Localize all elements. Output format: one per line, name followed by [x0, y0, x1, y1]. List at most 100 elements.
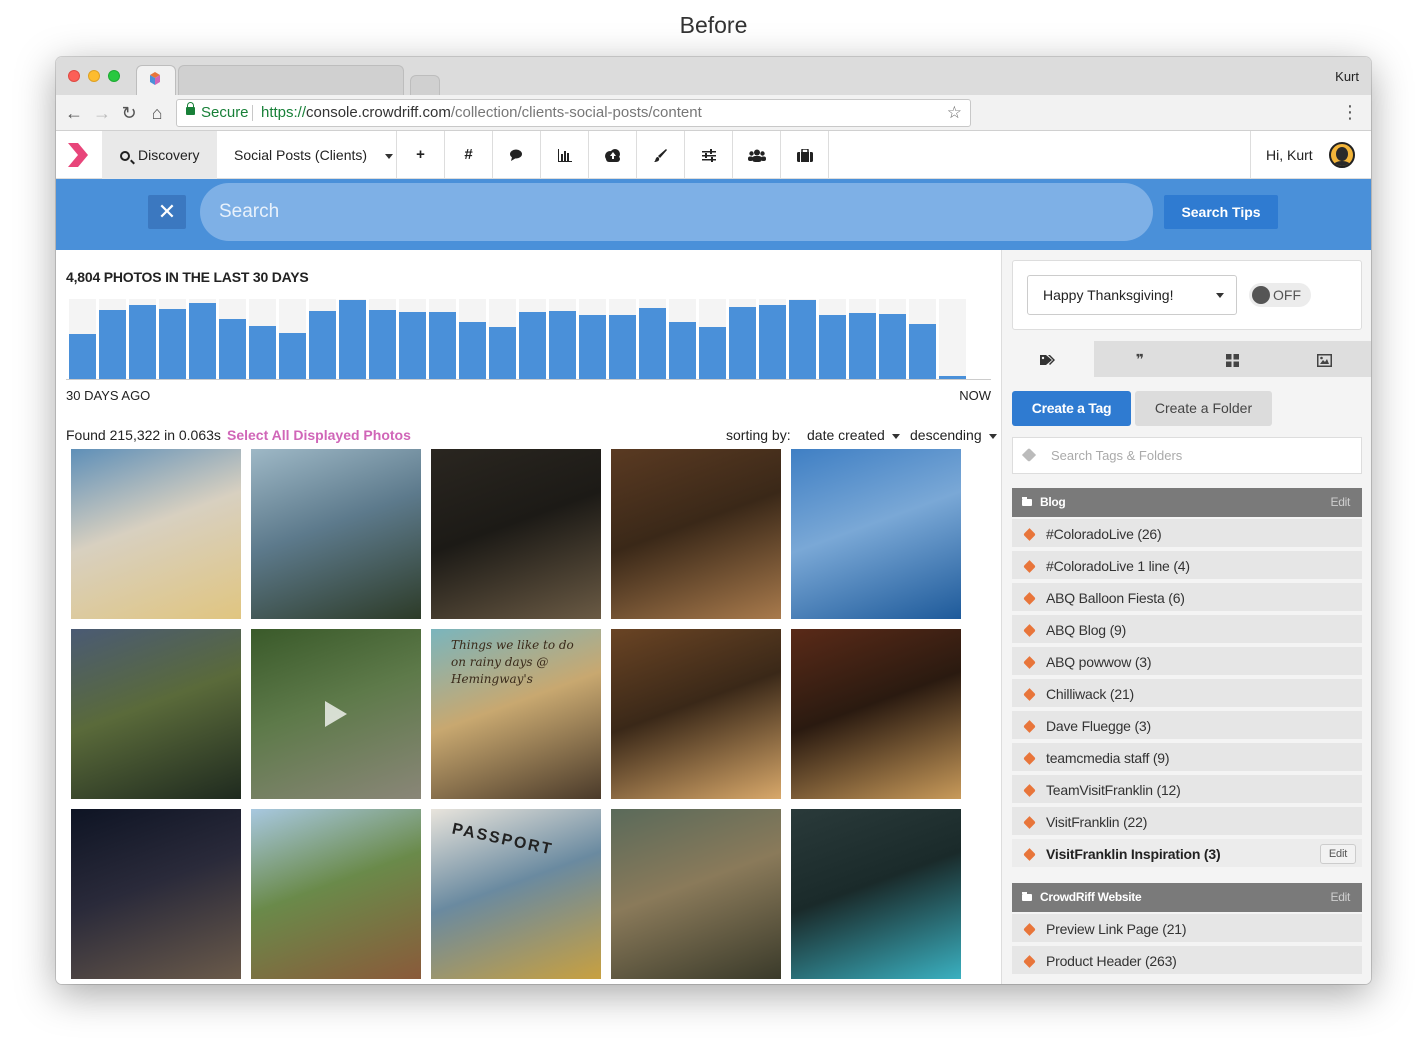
tag-item[interactable]: VisitFranklin Inspiration (3) Edit — [1012, 839, 1362, 869]
forward-arrow-icon[interactable]: → — [92, 103, 112, 123]
tag-search-input[interactable] — [1012, 437, 1362, 474]
tag-item[interactable]: #ColoradoLive 1 line (4) — [1012, 551, 1362, 581]
sliders-icon[interactable] — [685, 131, 733, 179]
tab-images[interactable] — [1278, 341, 1370, 377]
briefcase-icon[interactable] — [781, 131, 829, 179]
histogram-bar[interactable] — [609, 315, 636, 379]
histogram-bar[interactable] — [399, 312, 426, 379]
photo-tile[interactable]: Things we like to do on rainy days @ Hem… — [431, 629, 601, 799]
tag-item[interactable]: teamcmedia staff (9) — [1012, 743, 1362, 773]
tag-item[interactable]: Product Header (263) — [1012, 946, 1362, 976]
sort-order-dropdown[interactable]: descending — [910, 427, 997, 443]
search-input[interactable] — [200, 183, 1153, 241]
comments-icon[interactable] — [493, 131, 541, 179]
create-folder-button[interactable]: Create a Folder — [1135, 391, 1272, 426]
photo-tile[interactable] — [71, 449, 241, 619]
tag-item[interactable]: Preview Link Page (21) — [1012, 914, 1362, 944]
tag-item[interactable]: Chilliwack (21) — [1012, 679, 1362, 709]
tab-inactive[interactable] — [178, 65, 404, 95]
photo-tile[interactable] — [431, 449, 601, 619]
histogram-bar[interactable] — [669, 322, 696, 379]
home-icon[interactable]: ⌂ — [147, 103, 167, 123]
histogram-bar[interactable] — [549, 311, 576, 379]
histogram-bar[interactable] — [849, 313, 876, 379]
histogram-bar[interactable] — [519, 312, 546, 379]
histogram-bar[interactable] — [99, 310, 126, 379]
histogram-bar[interactable] — [159, 309, 186, 379]
paint-brush-icon[interactable] — [637, 131, 685, 179]
photo-tile[interactable] — [611, 449, 781, 619]
tag-item[interactable]: ABQ powwow (3) — [1012, 647, 1362, 677]
plus-icon[interactable]: + — [397, 131, 445, 179]
photo-tile[interactable] — [71, 809, 241, 979]
folder-header[interactable]: Blog Edit — [1012, 488, 1362, 517]
tab-grid[interactable] — [1186, 341, 1278, 377]
sort-field-dropdown[interactable]: date created — [807, 427, 900, 443]
users-icon[interactable] — [733, 131, 781, 179]
histogram-bar[interactable] — [369, 310, 396, 379]
browser-profile-name[interactable]: Kurt — [1335, 69, 1359, 84]
histogram-bar[interactable] — [249, 326, 276, 379]
histogram-bar[interactable] — [459, 322, 486, 379]
tag-item[interactable]: Dave Fluegge (3) — [1012, 711, 1362, 741]
search-tips-button[interactable]: Search Tips — [1164, 195, 1278, 229]
photo-tile[interactable] — [791, 809, 961, 979]
photo-tile[interactable] — [251, 629, 421, 799]
bookmark-star-icon[interactable]: ☆ — [947, 100, 962, 126]
histogram-bar[interactable] — [579, 315, 606, 379]
histogram-bar[interactable] — [129, 305, 156, 379]
tag-edit-button[interactable]: Edit — [1320, 844, 1356, 864]
tag-item[interactable]: VisitFranklin (22) — [1012, 807, 1362, 837]
histogram-bar[interactable] — [279, 333, 306, 379]
histogram-bar[interactable] — [489, 327, 516, 379]
avatar[interactable] — [1329, 142, 1355, 168]
histogram-bar[interactable] — [69, 334, 96, 379]
folder-edit-button[interactable]: Edit — [1331, 488, 1351, 517]
nav-discovery[interactable]: Discovery — [102, 131, 217, 179]
photo-tile[interactable] — [611, 809, 781, 979]
minimize-window-button[interactable] — [88, 70, 100, 82]
campaign-dropdown[interactable]: Happy Thanksgiving! — [1027, 275, 1237, 315]
url-field[interactable]: Secure https://console.crowdriff.com/col… — [176, 99, 971, 127]
histogram-bar[interactable] — [729, 307, 756, 379]
reload-icon[interactable]: ↻ — [119, 103, 139, 123]
histogram-bar[interactable] — [429, 312, 456, 379]
tab-quotes[interactable]: ❞ — [1094, 341, 1186, 377]
histogram-bar[interactable] — [189, 303, 216, 379]
bar-chart-icon[interactable] — [541, 131, 589, 179]
folder-header[interactable]: CrowdRiff Website Edit — [1012, 883, 1362, 912]
browser-menu-icon[interactable]: ⋮ — [1341, 102, 1359, 123]
histogram-bar[interactable] — [309, 311, 336, 379]
tag-item[interactable]: ABQ Balloon Fiesta (6) — [1012, 583, 1362, 613]
histogram-bar[interactable] — [819, 315, 846, 379]
new-tab-button[interactable] — [410, 75, 440, 95]
collection-dropdown[interactable]: Social Posts (Clients) — [217, 131, 397, 179]
photo-tile[interactable] — [791, 449, 961, 619]
histogram-bar[interactable] — [939, 376, 966, 379]
photo-tile[interactable] — [251, 449, 421, 619]
clear-search-button[interactable]: ✕ — [148, 195, 186, 229]
histogram-bar[interactable] — [339, 300, 366, 379]
histogram-bar[interactable] — [759, 305, 786, 379]
histogram-bar[interactable] — [219, 319, 246, 379]
campaign-toggle[interactable]: OFF — [1249, 283, 1311, 307]
close-window-button[interactable] — [68, 70, 80, 82]
tag-item[interactable]: #ColoradoLive (26) — [1012, 519, 1362, 549]
histogram-bar[interactable] — [879, 314, 906, 379]
tag-item[interactable]: TeamVisitFranklin (12) — [1012, 775, 1362, 805]
folder-edit-button[interactable]: Edit — [1331, 883, 1351, 912]
user-greeting[interactable]: Hi, Kurt — [1250, 131, 1371, 179]
tag-item[interactable]: ABQ Blog (9) — [1012, 615, 1362, 645]
histogram-bar[interactable] — [699, 327, 726, 379]
back-arrow-icon[interactable]: ← — [64, 103, 84, 123]
photo-tile[interactable]: PASSPORT — [431, 809, 601, 979]
histogram-bar[interactable] — [789, 300, 816, 379]
photo-tile[interactable] — [611, 629, 781, 799]
cloud-upload-icon[interactable] — [589, 131, 637, 179]
zoom-window-button[interactable] — [108, 70, 120, 82]
histogram-bar[interactable] — [909, 324, 936, 379]
hashtag-icon[interactable]: # — [445, 131, 493, 179]
create-tag-button[interactable]: Create a Tag — [1012, 391, 1131, 426]
photo-tile[interactable] — [71, 629, 241, 799]
select-all-photos-link[interactable]: Select All Displayed Photos — [227, 427, 411, 443]
